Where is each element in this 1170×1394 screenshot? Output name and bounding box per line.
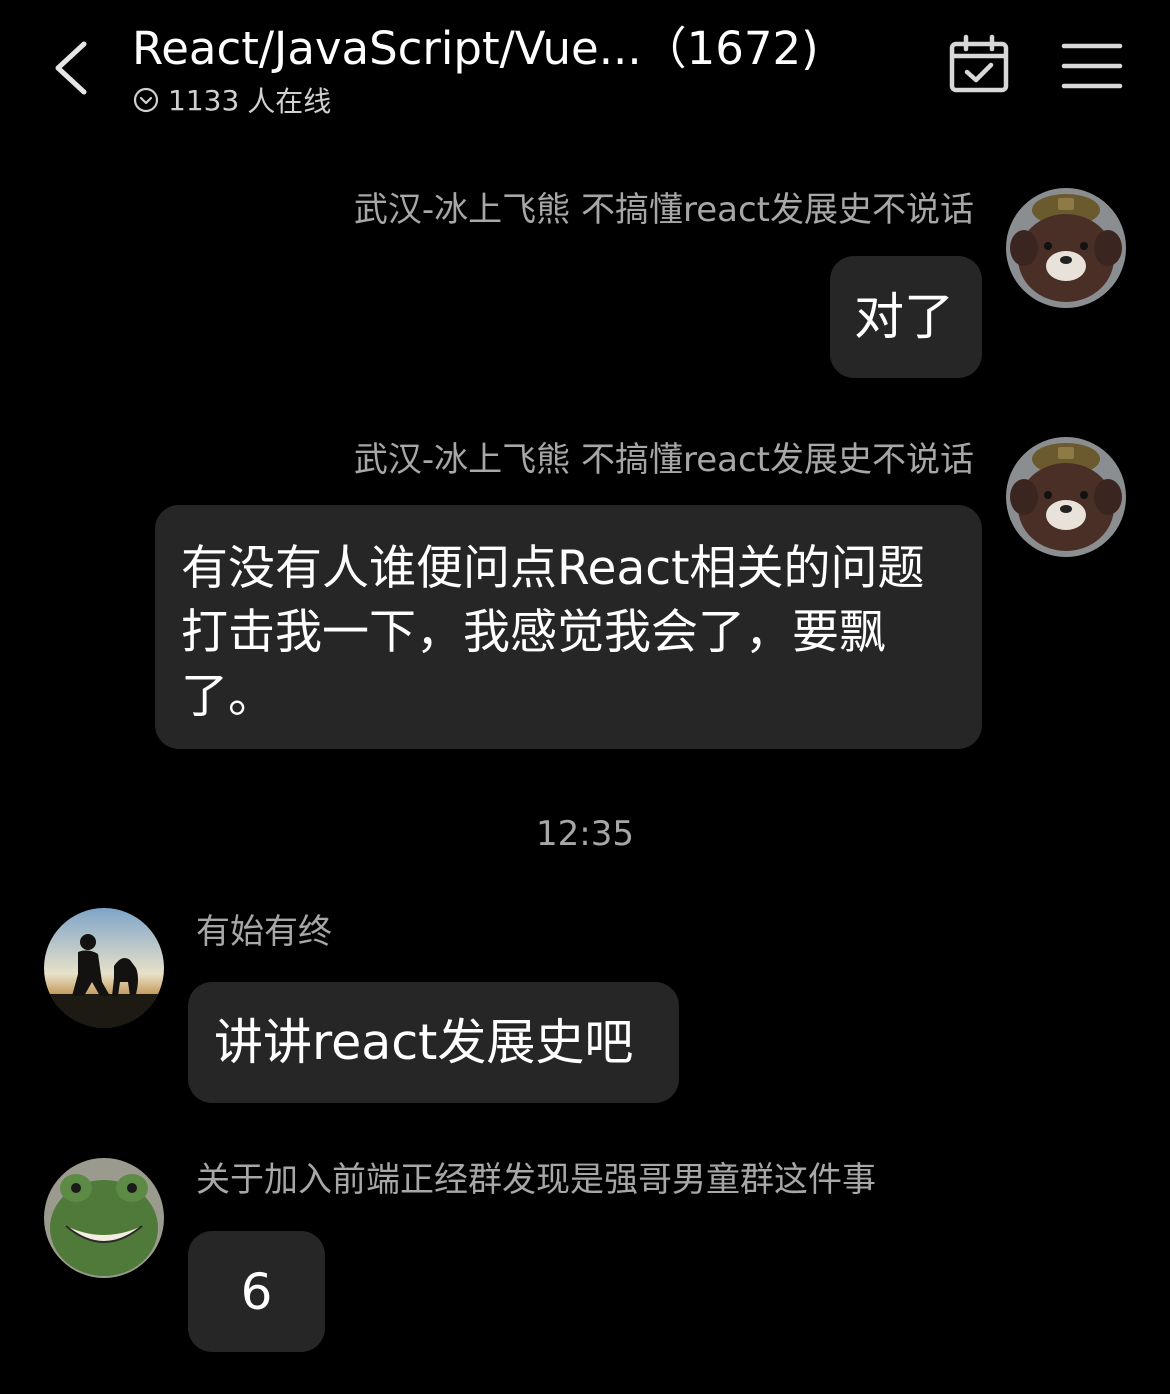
message-sender-name[interactable]: 有始有终 bbox=[196, 912, 332, 952]
calendar-button[interactable] bbox=[946, 34, 1012, 96]
menu-button[interactable] bbox=[1060, 38, 1124, 94]
silhouette-with-dog-avatar bbox=[44, 908, 164, 1028]
group-title[interactable]: React/JavaScript/Vue...（1672) bbox=[132, 22, 819, 76]
message-bubble[interactable]: 对了 bbox=[830, 256, 982, 378]
brown-bear-plush-avatar bbox=[1006, 188, 1126, 308]
back-chevron-icon bbox=[55, 41, 87, 95]
online-status: 1133 人在线 bbox=[132, 82, 331, 118]
sender-avatar[interactable] bbox=[44, 1158, 164, 1278]
message-timestamp: 12:35 bbox=[536, 814, 634, 854]
message-sender-name[interactable]: 武汉-冰上飞熊 不搞懂react发展史不说话 bbox=[354, 440, 974, 480]
message-bubble[interactable]: 讲讲react发展史吧 bbox=[188, 982, 679, 1103]
calendar-check-icon bbox=[949, 34, 1009, 93]
chat-header: React/JavaScript/Vue...（1672) 1133 人在线 bbox=[0, 0, 1170, 140]
online-status-icon bbox=[133, 87, 159, 113]
online-count: 1133 bbox=[168, 83, 240, 117]
sender-avatar[interactable] bbox=[1006, 437, 1126, 557]
message-sender-name[interactable]: 武汉-冰上飞熊 不搞懂react发展史不说话 bbox=[354, 190, 974, 230]
back-button[interactable] bbox=[40, 24, 110, 104]
online-label: 人在线 bbox=[247, 85, 332, 118]
message-bubble[interactable]: 6 bbox=[188, 1231, 325, 1352]
sender-avatar[interactable] bbox=[1006, 188, 1126, 308]
message-sender-name[interactable]: 关于加入前端正经群发现是强哥男童群这件事 bbox=[196, 1160, 876, 1200]
brown-bear-plush-avatar bbox=[1006, 437, 1126, 557]
hamburger-menu-icon bbox=[1061, 43, 1123, 89]
sender-avatar[interactable] bbox=[44, 908, 164, 1028]
message-bubble[interactable]: 有没有人谁便问点React相关的问题打击我一下，我感觉我会了，要飘了。 bbox=[155, 505, 982, 749]
green-frog-plush-avatar bbox=[44, 1158, 164, 1278]
